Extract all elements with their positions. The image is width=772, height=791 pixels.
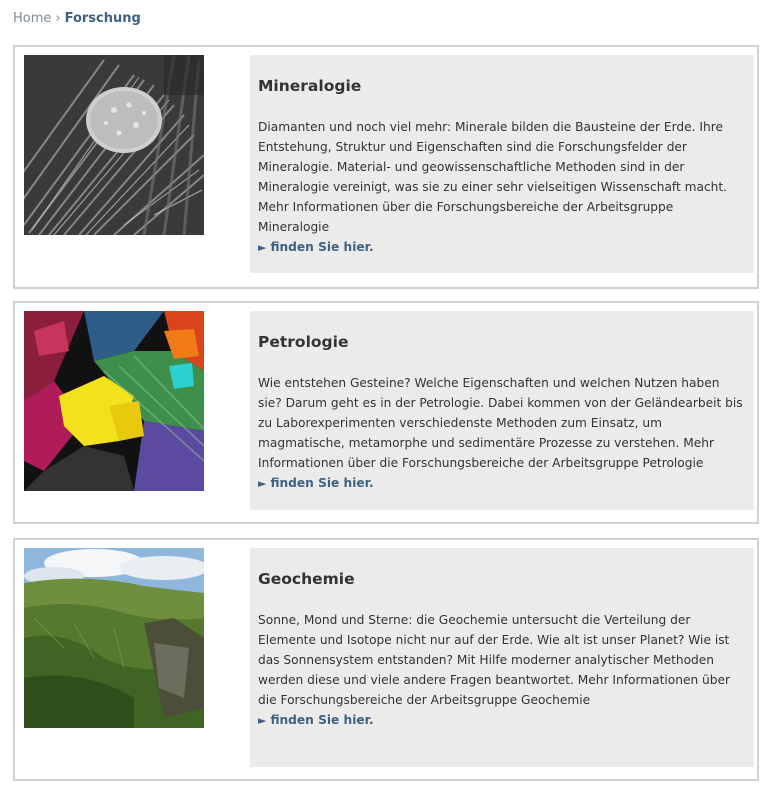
research-card-geochemie: Geochemie Sonne, Mond und Sterne: die Ge…	[13, 538, 759, 781]
card-title: Geochemie	[258, 570, 355, 588]
card-description: Diamanten und noch viel mehr: Minerale b…	[258, 120, 728, 234]
sem-micrograph-image	[24, 55, 204, 235]
more-info-link[interactable]: ► finden Sie hier.	[258, 237, 746, 258]
breadcrumb-current: Forschung	[64, 11, 141, 26]
card-description: Wie entstehen Gesteine? Welche Eigenscha…	[258, 376, 743, 470]
geochemie-panel: Geochemie Sonne, Mond und Sterne: die Ge…	[250, 548, 754, 767]
card-title: Petrologie	[258, 333, 349, 351]
breadcrumb-home-link[interactable]: Home	[13, 11, 51, 26]
research-card-mineralogie: Mineralogie Diamanten und noch viel mehr…	[13, 45, 759, 289]
petrologie-panel: Petrologie Wie entstehen Gesteine? Welch…	[250, 311, 754, 510]
card-description: Sonne, Mond und Sterne: die Geochemie un…	[258, 613, 731, 707]
more-info-link-label: finden Sie hier.	[270, 476, 374, 490]
card-title: Mineralogie	[258, 77, 362, 95]
mineralogie-panel: Mineralogie Diamanten und noch viel mehr…	[250, 55, 754, 273]
breadcrumb: Home › Forschung	[13, 10, 141, 28]
petrologie-image[interactable]	[24, 311, 204, 491]
landscape-image	[24, 548, 204, 728]
thin-section-image	[24, 311, 204, 491]
breadcrumb-separator-icon: ›	[55, 11, 61, 26]
mineralogie-image[interactable]	[24, 55, 204, 235]
geochemie-image[interactable]	[24, 548, 204, 728]
play-arrow-icon: ►	[258, 714, 267, 727]
research-card-petrologie: Petrologie Wie entstehen Gesteine? Welch…	[13, 301, 759, 524]
more-info-link[interactable]: ► finden Sie hier.	[258, 473, 746, 494]
play-arrow-icon: ►	[258, 241, 267, 254]
more-info-link-label: finden Sie hier.	[270, 240, 374, 254]
more-info-link-label: finden Sie hier.	[270, 713, 374, 727]
play-arrow-icon: ►	[258, 477, 267, 490]
more-info-link[interactable]: ► finden Sie hier.	[258, 710, 746, 731]
